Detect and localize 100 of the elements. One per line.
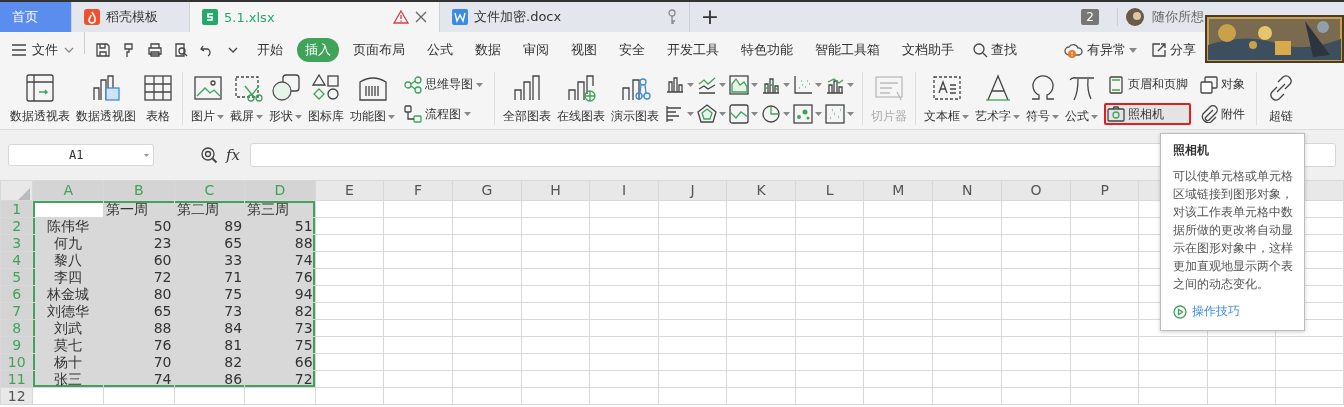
- column-header[interactable]: O: [1001, 180, 1071, 201]
- chart-type-button[interactable]: [729, 104, 758, 125]
- shapes-icon: [269, 72, 302, 104]
- ribbon-tab[interactable]: 数据: [467, 38, 509, 62]
- ribbon-button[interactable]: 符号: [1024, 70, 1061, 129]
- caret-down-icon: [1013, 114, 1020, 119]
- ribbon-tab[interactable]: 审阅: [515, 38, 557, 62]
- ribbon-button[interactable]: 功能图: [348, 70, 397, 129]
- caret-down-icon: [256, 114, 263, 119]
- avatar-icon: [1126, 8, 1144, 26]
- ribbon-button[interactable]: 页眉和页脚: [1104, 73, 1191, 96]
- ribbon-button[interactable]: 公式: [1063, 70, 1100, 129]
- name-box[interactable]: A1: [8, 144, 154, 166]
- ribbon-button[interactable]: 流程图: [401, 103, 486, 126]
- chart-type-button[interactable]: [697, 104, 726, 125]
- warning-icon: [393, 10, 409, 24]
- user-name[interactable]: 随你所想: [1152, 8, 1204, 26]
- caret-down-icon: [815, 112, 822, 117]
- caret-down-icon: [962, 114, 969, 119]
- header-footer-icon: [1107, 75, 1125, 94]
- caret-down-icon: [719, 82, 726, 87]
- ribbon-tab[interactable]: 开始: [249, 38, 291, 62]
- ribbon-button[interactable]: 截屏: [228, 70, 265, 129]
- new-tab-button[interactable]: +: [690, 2, 730, 32]
- ribbon-tab[interactable]: 页面布局: [345, 38, 413, 62]
- ribbon-button[interactable]: 艺术字: [973, 70, 1022, 129]
- pivot-chart-icon: [90, 72, 122, 104]
- ribbon-button[interactable]: 对象: [1197, 73, 1248, 96]
- ribbon-button[interactable]: 形状: [267, 70, 304, 129]
- ribbon-tab[interactable]: 智能工具箱: [807, 38, 888, 62]
- column-header[interactable]: N: [932, 180, 1002, 201]
- caret-down-icon: [1052, 114, 1059, 119]
- chart-type-button[interactable]: [665, 74, 694, 95]
- table-icon: [142, 72, 174, 104]
- column-header[interactable]: H: [521, 180, 590, 201]
- paperclip-icon: [1200, 105, 1218, 124]
- caret-down-icon: [476, 82, 483, 87]
- ribbon-tab[interactable]: 视图: [563, 38, 605, 62]
- bubble-chart-icon: [793, 104, 813, 125]
- caret-down-icon: [217, 114, 224, 119]
- close-icon[interactable]: [415, 11, 427, 23]
- ribbon-button[interactable]: 数据透视表: [8, 70, 72, 129]
- caret-down-icon: [295, 114, 302, 119]
- flowchart-icon: [404, 105, 422, 124]
- chart-type-button[interactable]: [665, 104, 694, 125]
- column-header[interactable]: M: [863, 180, 933, 201]
- ribbon-button[interactable]: 演示图表: [609, 70, 661, 129]
- column-chart-icon: [665, 74, 685, 95]
- search-button[interactable]: 查找: [966, 41, 1023, 59]
- file-menu[interactable]: 文件: [8, 41, 78, 59]
- ribbon-tab[interactable]: 开发工具: [659, 38, 727, 62]
- tooltip-text: 可以使单元格或单元格区域链接到图形对象，对该工作表单元格中数据所做的更改将自动显示在图形对象中，这样更加直观地显示两个表之间的动态变化。: [1173, 168, 1294, 293]
- dot-chart-icon: [825, 104, 845, 125]
- ribbon-tab[interactable]: 安全: [611, 38, 653, 62]
- column-header[interactable]: I: [589, 180, 659, 201]
- ribbon-button[interactable]: 图片: [189, 70, 226, 129]
- column-header[interactable]: J: [658, 180, 727, 201]
- caret-down-icon: [751, 112, 758, 117]
- share-button[interactable]: 分享: [1145, 41, 1202, 59]
- chart-type-button[interactable]: [761, 104, 790, 125]
- column-header[interactable]: L: [795, 180, 864, 201]
- pivot-table-icon: [24, 72, 56, 104]
- flame-icon: [84, 9, 100, 25]
- caret-down-icon: [1091, 114, 1098, 119]
- function-label[interactable]: fx: [226, 146, 240, 164]
- sync-status-button[interactable]: 有异常: [1058, 41, 1143, 59]
- print-preview-icon[interactable]: [173, 42, 189, 58]
- column-header[interactable]: F: [383, 180, 453, 201]
- ribbon-button[interactable]: 在线图表: [555, 70, 607, 129]
- share-icon: [1151, 42, 1167, 58]
- ribbon-tab[interactable]: 特色功能: [733, 38, 801, 62]
- ribbon-button[interactable]: 表格: [140, 70, 176, 129]
- cloud-warning-icon: [1064, 42, 1084, 58]
- window-count-badge[interactable]: 2: [1081, 9, 1099, 25]
- caret-down-icon: [847, 82, 854, 87]
- caret-down-icon: [783, 112, 790, 117]
- column-header[interactable]: G: [452, 180, 522, 201]
- ribbon-tab[interactable]: 公式: [419, 38, 461, 62]
- ribbon-button[interactable]: 文本框: [922, 70, 971, 129]
- tooltip-title: 照相机: [1173, 142, 1210, 159]
- scatter-chart-icon: [793, 74, 813, 95]
- print-icon[interactable]: [147, 42, 163, 58]
- ribbon-button[interactable]: 附件: [1197, 103, 1248, 126]
- tips-link[interactable]: 操作技巧: [1173, 303, 1294, 320]
- ribbon-button[interactable]: 全部图表: [501, 70, 553, 129]
- column-header[interactable]: K: [726, 180, 796, 201]
- ribbon-tab[interactable]: 文档助手: [894, 38, 962, 62]
- zoom-icon[interactable]: [200, 146, 218, 164]
- chart-type-button[interactable]: [793, 74, 822, 95]
- column-header[interactable]: P: [1070, 180, 1139, 201]
- play-icon: [1173, 304, 1187, 319]
- save-icon[interactable]: [95, 42, 111, 58]
- ribbon-button[interactable]: 数据透视图: [74, 70, 138, 129]
- column-header[interactable]: E: [315, 180, 384, 201]
- area-line-chart-icon: [729, 104, 749, 125]
- ribbon-button[interactable]: 思维导图: [401, 73, 486, 96]
- ribbon-button[interactable]: 图标库: [306, 70, 346, 129]
- ribbon-button[interactable]: 超链: [1263, 70, 1299, 129]
- ribbon-button[interactable]: 照相机: [1104, 103, 1191, 126]
- caret-down-icon: [751, 82, 758, 87]
